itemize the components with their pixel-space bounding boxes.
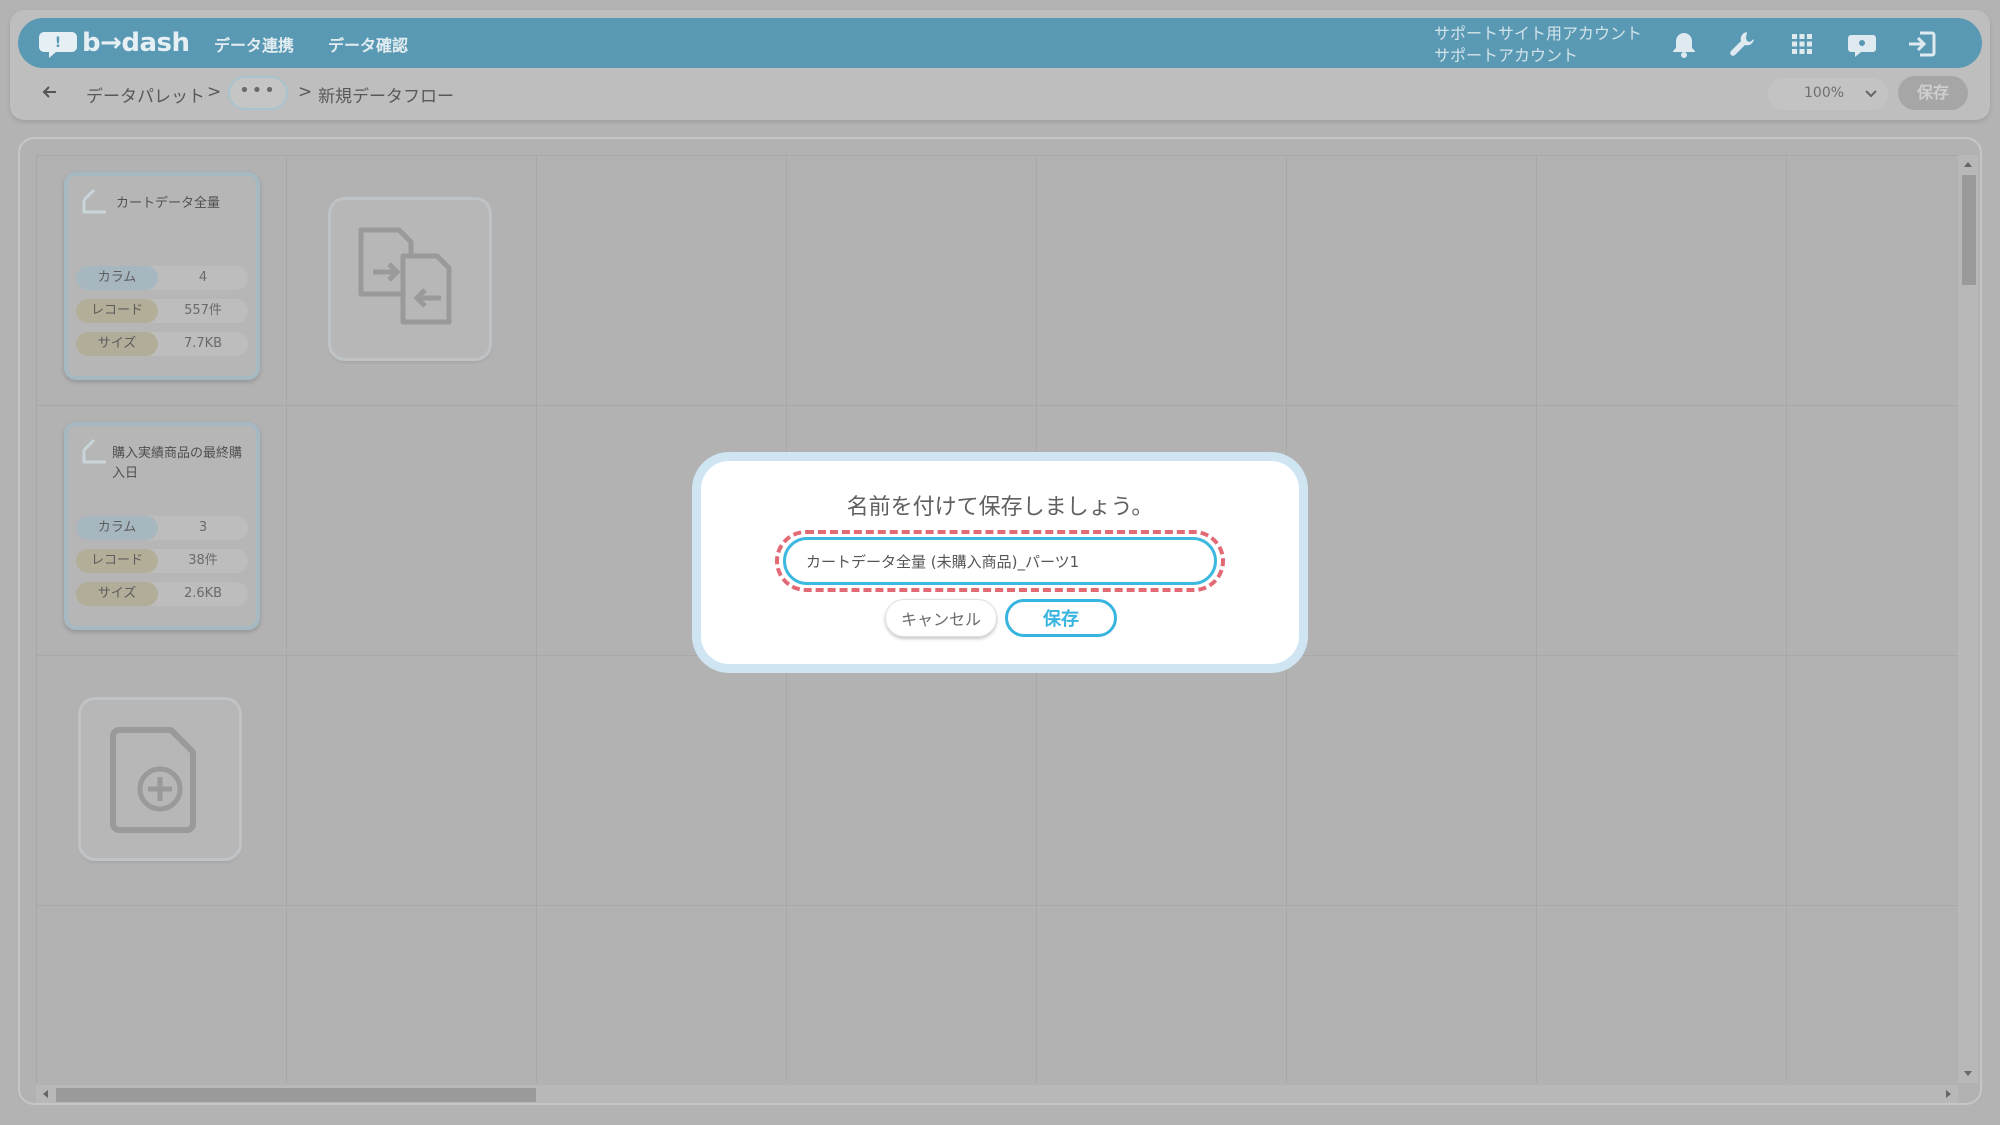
stat-label: レコード bbox=[76, 299, 158, 323]
logout-icon[interactable] bbox=[1906, 28, 1938, 60]
stat-value: 4 bbox=[198, 270, 208, 285]
flow-name-input[interactable] bbox=[783, 537, 1217, 585]
zoom-select[interactable]: 100% bbox=[1768, 78, 1888, 110]
stat-size: サイズ 7.7KB bbox=[76, 332, 248, 356]
stat-label: サイズ bbox=[76, 332, 158, 356]
horizontal-scrollbar[interactable] bbox=[36, 1085, 1958, 1103]
breadcrumb-ellipsis-button[interactable]: ••• bbox=[228, 76, 288, 110]
stat-records: レコード 557件 bbox=[76, 299, 248, 323]
stat-value: 7.7KB bbox=[183, 336, 223, 351]
breadcrumb-current: 新規データフロー bbox=[318, 87, 454, 107]
merge-data-tile[interactable] bbox=[331, 200, 489, 358]
stat-records: レコード 38件 bbox=[76, 549, 248, 573]
scroll-down-arrow-icon[interactable] bbox=[1958, 1067, 1978, 1081]
zoom-value: 100% bbox=[1804, 85, 1845, 101]
vertical-scrollbar[interactable] bbox=[1958, 155, 1978, 1083]
stat-columns: カラム 4 bbox=[76, 266, 248, 290]
account-info[interactable]: サポートサイト用アカウント サポートアカウント bbox=[1434, 23, 1642, 67]
horizontal-scroll-thumb[interactable] bbox=[56, 1088, 536, 1102]
account-company: サポートサイト用アカウント bbox=[1434, 24, 1643, 43]
logo[interactable]: ! b→dash bbox=[38, 24, 190, 62]
stat-value: 557件 bbox=[184, 303, 222, 318]
back-arrow-icon[interactable] bbox=[40, 80, 60, 104]
chat-support-icon[interactable] bbox=[1846, 28, 1878, 60]
nav-data-integration[interactable]: データ連携 bbox=[214, 32, 294, 56]
breadcrumb-separator: > bbox=[298, 82, 313, 102]
wrench-icon[interactable] bbox=[1726, 28, 1758, 60]
breadcrumb-separator: > bbox=[207, 82, 222, 102]
scroll-up-arrow-icon[interactable] bbox=[1958, 157, 1978, 171]
data-card-title: カートデータ全量 bbox=[116, 196, 221, 211]
apps-grid-icon[interactable] bbox=[1786, 28, 1818, 60]
data-card-icon bbox=[82, 438, 106, 464]
add-file-icon bbox=[110, 727, 196, 833]
stat-label: カラム bbox=[76, 516, 158, 540]
stat-label: カラム bbox=[76, 266, 158, 290]
save-button-top[interactable]: 保存 bbox=[1898, 76, 1968, 110]
add-data-tile[interactable] bbox=[81, 700, 239, 858]
nav-data-check[interactable]: データ確認 bbox=[328, 32, 408, 56]
save-button[interactable]: 保存 bbox=[1005, 599, 1117, 637]
breadcrumb-data-palette[interactable]: データパレット bbox=[86, 82, 205, 107]
logo-text: b→dash bbox=[82, 28, 190, 58]
stat-value: 38件 bbox=[188, 553, 218, 568]
stat-value: 3 bbox=[198, 520, 208, 535]
data-card-icon bbox=[82, 188, 106, 214]
stat-label: サイズ bbox=[76, 582, 158, 606]
top-navbar: ! b→dash データ連携 データ確認 サポートサイト用アカウント サポートア… bbox=[18, 18, 1982, 68]
cancel-button[interactable]: キャンセル bbox=[885, 599, 997, 637]
stat-label: レコード bbox=[76, 549, 158, 573]
stat-columns: カラム 3 bbox=[76, 516, 248, 540]
svg-text:!: ! bbox=[55, 35, 61, 51]
scroll-left-arrow-icon[interactable] bbox=[38, 1085, 52, 1103]
vertical-scroll-thumb[interactable] bbox=[1962, 175, 1976, 285]
stat-value: 2.6KB bbox=[183, 586, 223, 601]
stat-size: サイズ 2.6KB bbox=[76, 582, 248, 606]
account-user: サポートアカウント bbox=[1434, 46, 1579, 65]
scroll-right-arrow-icon[interactable] bbox=[1942, 1085, 1956, 1103]
data-card-last-purchase[interactable]: 購入実績商品の最終購入日 カラム 3 レコード 38件 サイズ 2.6KB bbox=[64, 422, 260, 630]
data-card-cart-all[interactable]: カートデータ全量 カラム 4 レコード 557件 サイズ 7.7KB bbox=[64, 172, 260, 380]
bell-icon[interactable] bbox=[1668, 28, 1700, 60]
chevron-down-icon bbox=[1865, 90, 1877, 98]
logo-bubble-icon: ! bbox=[39, 32, 77, 58]
merge-files-icon bbox=[358, 227, 452, 325]
dialog-title: 名前を付けて保存しましょう。 bbox=[846, 495, 1154, 520]
save-name-dialog: 名前を付けて保存しましょう。 キャンセル 保存 bbox=[701, 461, 1299, 664]
data-card-title: 購入実績商品の最終購入日 bbox=[112, 446, 243, 481]
